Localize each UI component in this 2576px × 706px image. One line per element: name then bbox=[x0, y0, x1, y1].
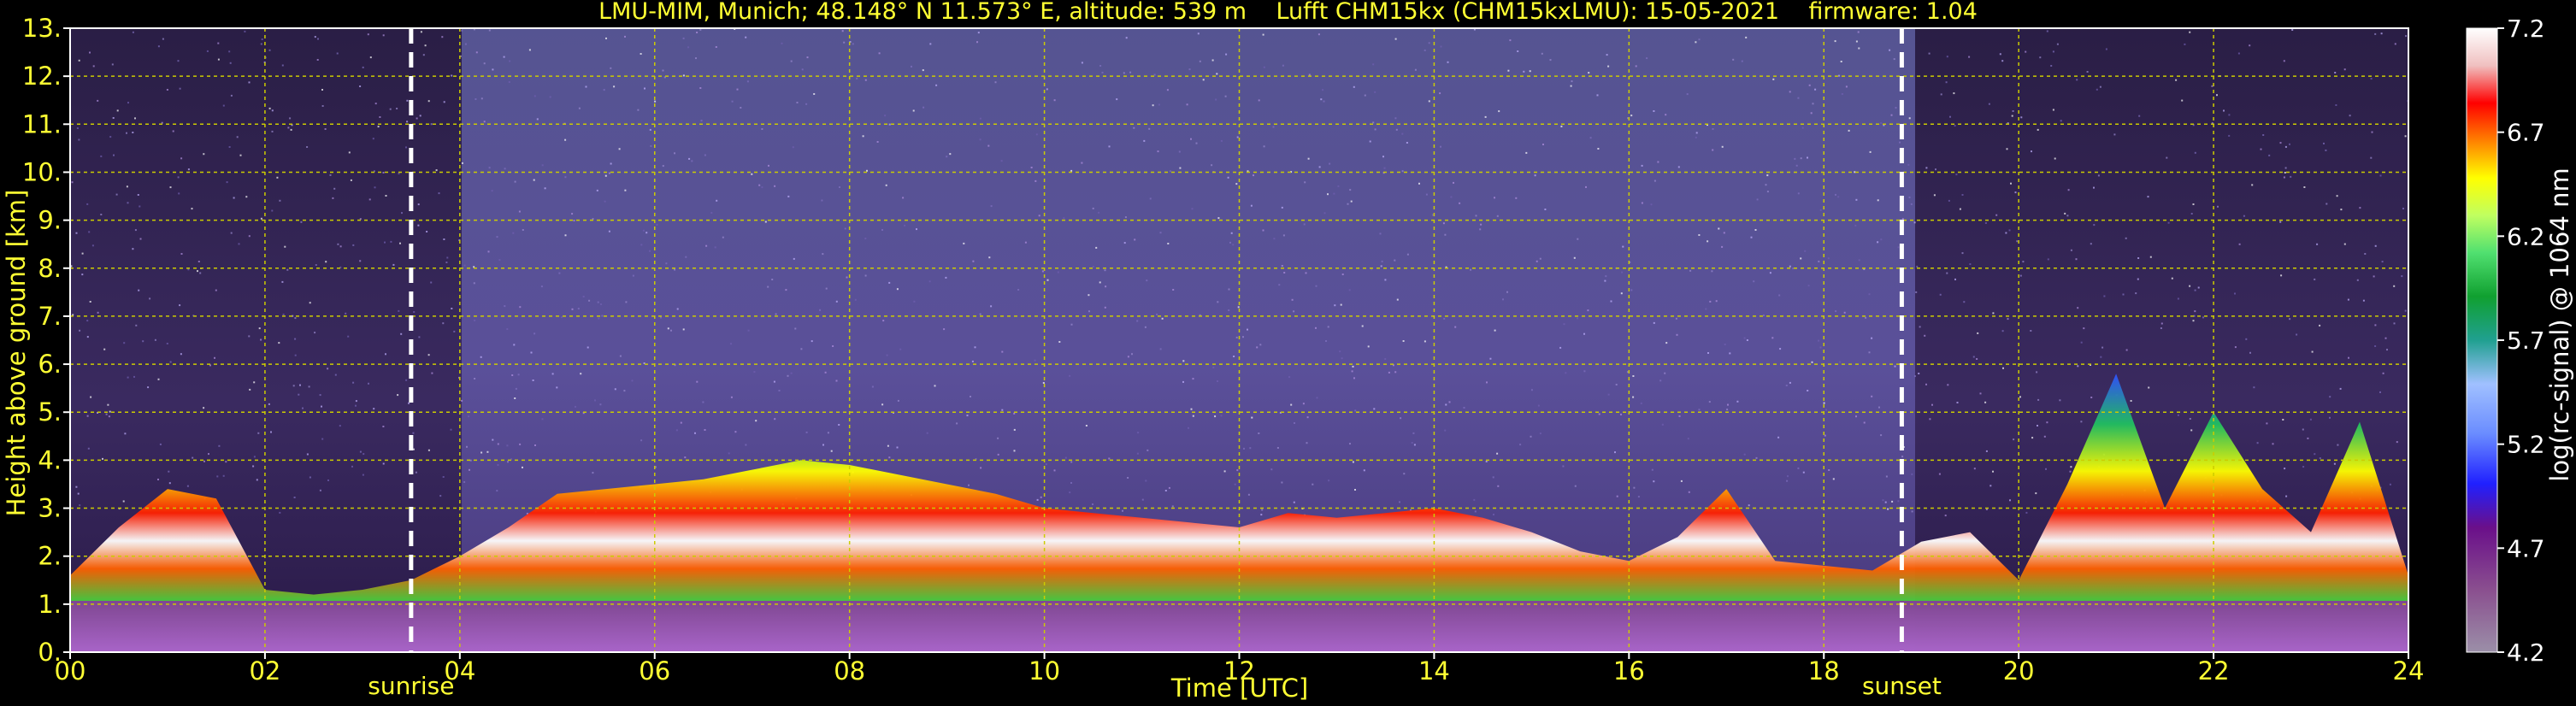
y-tick-label: 13. bbox=[22, 14, 62, 43]
y-tick-label: 2. bbox=[38, 542, 62, 571]
y-tick-label: 10. bbox=[22, 157, 62, 186]
colorbar-tick-label: 4.7 bbox=[2507, 534, 2545, 562]
y-tick-label: 11. bbox=[22, 109, 62, 138]
colorbar-tick-label: 6.2 bbox=[2507, 222, 2545, 250]
x-tick-label: 00 bbox=[55, 656, 86, 685]
x-tick-label: 14 bbox=[1418, 656, 1450, 685]
colorbar bbox=[2466, 27, 2498, 653]
colorbar-tick-label: 6.7 bbox=[2507, 119, 2545, 147]
event-label-sunset: sunset bbox=[1861, 672, 1942, 700]
lidar-chart: 0.1.2.3.4.5.6.7.8.9.10.11.12.13. 00 02 04 0… bbox=[22, 14, 2545, 685]
event-label-sunrise: sunrise bbox=[368, 672, 455, 700]
y-tick-label: 12. bbox=[22, 62, 62, 91]
colorbar-tick-label: 5.2 bbox=[2507, 431, 2545, 459]
x-tick-label: 22 bbox=[2198, 656, 2230, 685]
colorbar-tick-label: 7.2 bbox=[2507, 15, 2545, 43]
x-tick-label: 06 bbox=[639, 656, 670, 685]
x-tick-label: 24 bbox=[2393, 656, 2425, 685]
x-tick-label: 02 bbox=[249, 656, 280, 685]
y-tick-label: 7. bbox=[38, 302, 62, 331]
heatmap-field bbox=[70, 28, 2408, 652]
y-tick-label: 9. bbox=[38, 206, 62, 235]
x-axis-label: Time [UTC] bbox=[1170, 674, 1309, 703]
y-tick-label: 5. bbox=[38, 397, 62, 427]
x-tick-label: 10 bbox=[1029, 656, 1060, 685]
y-axis-label: Height above ground [km] bbox=[2, 189, 31, 517]
y-tick-label: 1. bbox=[38, 590, 62, 619]
x-tick-label: 20 bbox=[2003, 656, 2035, 685]
colorbar-tick-label: 4.2 bbox=[2507, 638, 2545, 667]
y-tick-label: 6. bbox=[38, 350, 62, 379]
x-tick-label: 18 bbox=[1808, 656, 1840, 685]
colorbar-tick-label: 5.7 bbox=[2507, 327, 2545, 355]
y-tick-label: 4. bbox=[38, 445, 62, 474]
y-tick-label: 8. bbox=[38, 254, 62, 283]
x-tick-label: 16 bbox=[1613, 656, 1645, 685]
x-tick-label: 08 bbox=[834, 656, 865, 685]
colorbar-label: log(rc-signal) @ 1064 nm bbox=[2545, 168, 2574, 482]
y-tick-label: 3. bbox=[38, 494, 62, 523]
